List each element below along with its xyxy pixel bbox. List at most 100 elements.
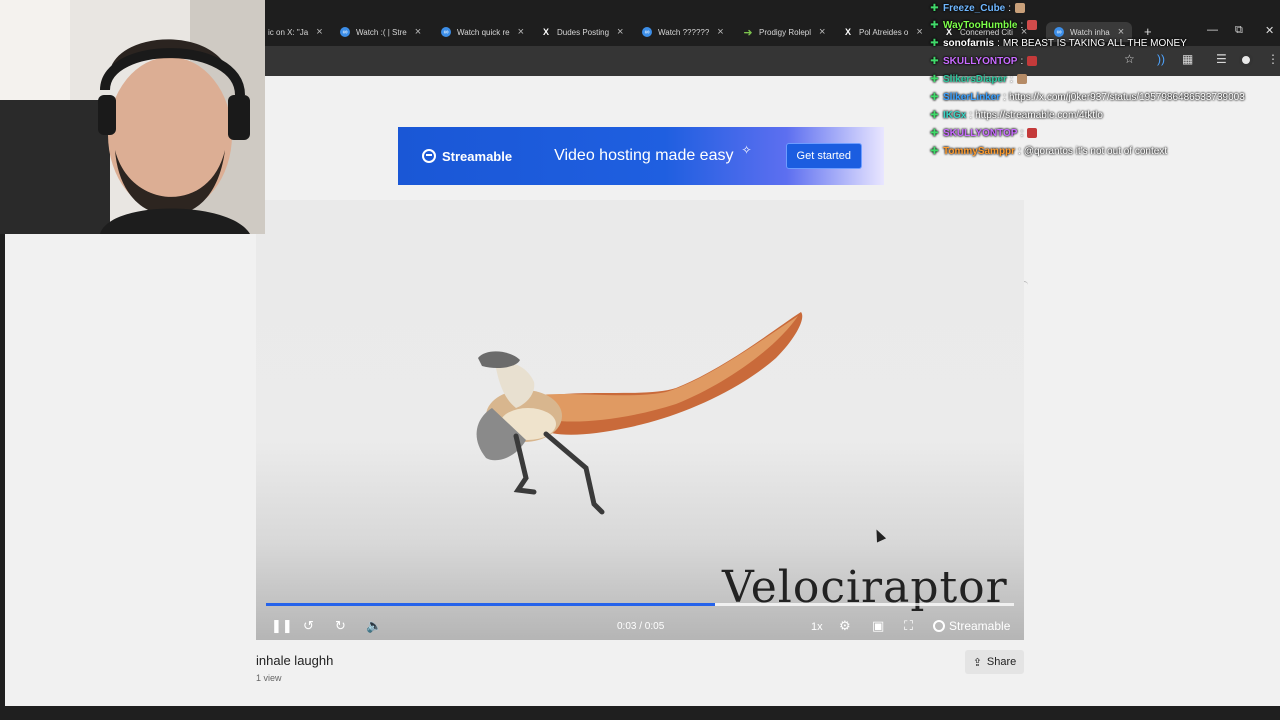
fullscreen-icon[interactable]: ⛶: [904, 618, 913, 634]
tab-title: Watch quick re: [457, 27, 510, 37]
browser-tab[interactable]: X Dudes Posting ×: [541, 22, 623, 42]
rewind-icon[interactable]: ↺: [303, 618, 314, 634]
video-progress-fill: [266, 603, 715, 606]
chat-username[interactable]: IKGx: [943, 110, 966, 121]
chat-colon: :: [1003, 91, 1007, 103]
tab-title: Watch ??????: [658, 27, 710, 37]
chat-emote-icon: [1016, 74, 1027, 84]
browser-tab[interactable]: ∞ Watch :( | Stre ×: [340, 22, 421, 42]
chat-badge-icon: ✚: [930, 145, 939, 157]
video-time: 0:03 / 0:05: [617, 621, 665, 632]
minimize-icon[interactable]: —: [1207, 24, 1218, 36]
chat-colon: :: [1020, 55, 1024, 67]
ad-tagline: Video hosting made easy: [554, 147, 734, 164]
close-tab-icon[interactable]: ×: [415, 26, 421, 38]
webcam-image: [0, 0, 265, 234]
chat-badge-icon: ✚: [930, 2, 939, 14]
close-tab-icon[interactable]: ×: [617, 26, 623, 38]
pause-icon[interactable]: ❚❚: [271, 618, 293, 634]
screen: Xic on X: "Ja × ∞ Watch :( | Stre × ∞ Watch qu…: [0, 0, 1280, 720]
chat-text: MR BEAST IS TAKING ALL THE MONEY: [1002, 37, 1187, 49]
share-icon: ⇪: [972, 656, 982, 669]
media-controls-icon[interactable]: ☰: [1216, 52, 1227, 66]
chat-username[interactable]: Freeze_Cube: [943, 3, 1005, 14]
chat-username[interactable]: SlikersDiaper: [943, 74, 1007, 85]
x-logo-icon: X: [844, 27, 851, 37]
chat-username[interactable]: WayTooHumble: [943, 20, 1017, 31]
video-player[interactable]: Velociraptor ❚❚ ↺ ↻ 🔈 0:03 / 0:05 1x ⚙ ▣…: [256, 200, 1024, 640]
streamable-logo-icon: [933, 620, 945, 632]
chat-message: ✚ Freeze_Cube:: [930, 0, 1026, 16]
close-window-icon[interactable]: ✕: [1265, 24, 1274, 37]
chat-message: ✚ sonofarnis: MR BEAST IS TAKING ALL THE M…: [930, 35, 1187, 51]
chat-colon: :: [1008, 2, 1012, 14]
chat-colon: :: [1020, 19, 1024, 31]
chat-username[interactable]: SKULLYONTOP: [943, 128, 1017, 139]
chat-username[interactable]: SlikerLinker: [943, 92, 1000, 103]
chat-message: ✚ SKULLYONTOP:: [930, 53, 1038, 69]
velociraptor-image: [476, 312, 803, 515]
chat-message: ✚ SlikersDiaper:: [930, 71, 1027, 87]
share-button[interactable]: ⇪ Share: [965, 650, 1024, 674]
chat-username[interactable]: sonofarnis: [943, 38, 994, 49]
video-progress-bar[interactable]: [266, 603, 1014, 606]
browser-tab[interactable]: ∞ Watch quick re ×: [441, 22, 524, 42]
sparkle-icon: ✧: [741, 143, 752, 157]
streamable-brand-link[interactable]: Streamable: [933, 619, 1010, 633]
chat-username[interactable]: SKULLYONTOP: [943, 56, 1017, 67]
chat-message: ✚ IKGx: https://streamable.com/4tktlo: [930, 107, 1103, 123]
volume-icon[interactable]: 🔈: [366, 618, 382, 634]
close-tab-icon[interactable]: ×: [717, 26, 723, 38]
video-name: inhale laughh: [256, 653, 334, 668]
menu-kebab-icon[interactable]: ⋮: [1267, 52, 1279, 66]
close-tab-icon[interactable]: ×: [916, 26, 922, 38]
streamable-icon: ∞: [340, 27, 350, 37]
fast-forward-icon[interactable]: ↻: [335, 618, 346, 634]
browser-tab[interactable]: ∞ Watch ?????? ×: [642, 22, 724, 42]
restore-icon[interactable]: ⧉: [1235, 24, 1243, 37]
chat-colon: :: [969, 109, 973, 121]
chat-colon: :: [997, 37, 1000, 49]
browser-tab[interactable]: X Pol Atreides o ×: [843, 22, 923, 42]
chat-emote-icon: [1027, 20, 1038, 30]
settings-gear-icon[interactable]: ⚙: [839, 618, 851, 634]
chat-badge-icon: ✚: [930, 109, 939, 121]
close-tab-icon[interactable]: ×: [819, 26, 825, 38]
chat-badge-icon: ✚: [930, 55, 939, 67]
close-tab-icon[interactable]: ×: [316, 26, 322, 38]
tab-title: Watch :( | Stre: [356, 27, 407, 37]
chat-colon: :: [1020, 127, 1024, 139]
chat-badge-icon: ✚: [930, 19, 939, 31]
get-started-button[interactable]: Get started: [785, 143, 862, 169]
chat-text: @qorantos it's not out of context: [1023, 145, 1168, 157]
player-brand-label: Streamable: [949, 619, 1011, 633]
browser-tab[interactable]: ➜ Prodigy Rolepl ×: [743, 22, 825, 42]
ad-logo: Streamable: [422, 149, 512, 164]
streamer-webcam: [0, 0, 265, 234]
chat-emote-icon: [1027, 128, 1038, 138]
chat-message: ✚ SKULLYONTOP:: [930, 125, 1038, 141]
ad-brand: Streamable: [442, 148, 513, 164]
chat-badge-icon: ✚: [930, 73, 939, 85]
chat-username[interactable]: TommySamppr: [943, 146, 1015, 157]
close-tab-icon[interactable]: ×: [518, 26, 524, 38]
chat-emote-icon: [1027, 56, 1038, 66]
chat-link[interactable]: https://x.com/j0ker937/status/1957986486…: [1009, 92, 1245, 103]
picture-in-picture-icon[interactable]: ▣: [872, 618, 884, 634]
streamable-icon: ∞: [642, 27, 652, 37]
chat-colon: :: [1018, 145, 1021, 157]
profile-avatar[interactable]: [1239, 53, 1253, 67]
chat-message: ✚ SlikerLinker: https://x.com/j0ker937/sta…: [930, 89, 1245, 105]
video-controls: ❚❚ ↺ ↻ 🔈 0:03 / 0:05 1x ⚙ ▣ ⛶ Streamable: [256, 612, 1024, 640]
share-label: Share: [986, 656, 1017, 668]
x-logo-icon: X: [542, 27, 549, 37]
playback-speed-button[interactable]: 1x: [811, 621, 823, 633]
bookmark-star-icon[interactable]: ☆: [1124, 52, 1135, 66]
audio-playing-icon[interactable]: )): [1157, 52, 1165, 66]
chat-link[interactable]: https://streamable.com/4tktlo: [975, 110, 1103, 121]
bolt-icon: ➜: [743, 26, 753, 39]
ad-banner[interactable]: Streamable Video hosting made easy ✧ Get…: [398, 127, 884, 185]
chat-colon: :: [1009, 73, 1013, 85]
extensions-puzzle-icon[interactable]: ▦: [1182, 52, 1193, 66]
chat-emote-icon: [1015, 3, 1026, 13]
